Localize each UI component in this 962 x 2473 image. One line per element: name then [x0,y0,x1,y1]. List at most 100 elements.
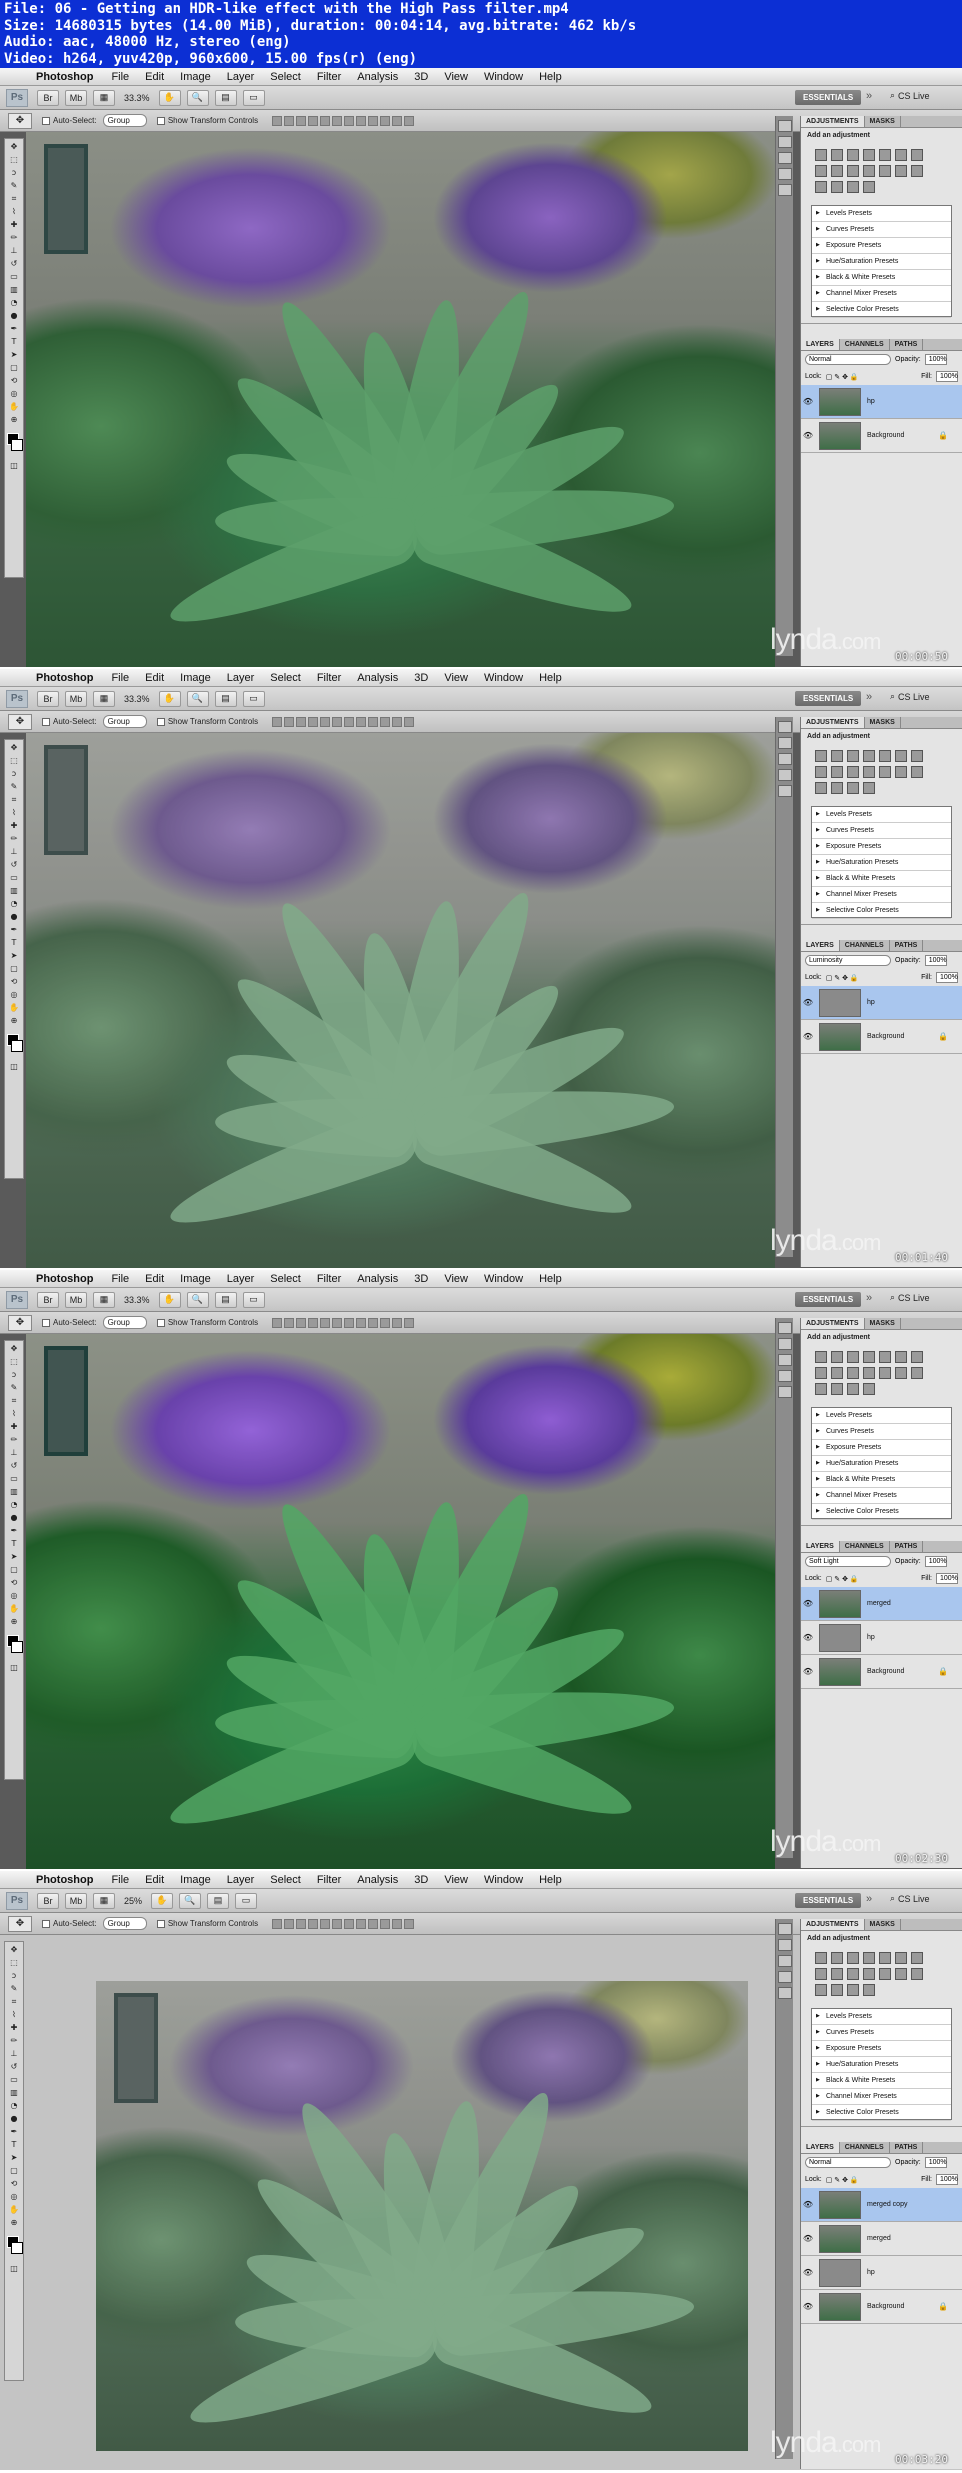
visibility-eye-icon[interactable]: 👁 [801,431,815,440]
visibility-eye-icon[interactable]: 👁 [801,1599,815,1608]
preset-item[interactable]: Curves Presets [812,1424,951,1440]
layer-name[interactable]: hp [867,1634,875,1641]
tab-layers[interactable]: LAYERS [801,339,840,350]
launch-bridge-button[interactable]: Br [37,89,59,106]
menu-item[interactable]: Filter [309,672,349,684]
fill-field[interactable]: 100% [936,1573,958,1584]
zoom-tool-button[interactable]: 🔍 [186,690,209,707]
tab-channels[interactable]: CHANNELS [840,339,890,350]
dodge-tool-icon[interactable]: ● [7,1513,21,1523]
tab-channels[interactable]: CHANNELS [840,1541,890,1552]
quick-select-tool-icon[interactable]: ✎ [7,782,21,792]
zoom-level[interactable]: 25% [124,1896,142,1906]
auto-select-dropdown[interactable]: Group [102,114,147,127]
preset-item[interactable]: Selective Color Presets [812,302,951,318]
gradient-tool-icon[interactable]: ▥ [7,285,21,295]
layer-name[interactable]: Background [867,2303,904,2310]
dock-panel-icon[interactable] [778,1971,792,1983]
history-brush-icon[interactable]: ↺ [7,2062,21,2072]
dock-panel-icon[interactable] [778,769,792,781]
tab-adjustments[interactable]: ADJUSTMENTS [801,1318,865,1329]
opacity-field[interactable]: 100% [924,955,947,966]
layer-name[interactable]: Background [867,1668,904,1675]
visibility-eye-icon[interactable]: 👁 [801,397,815,406]
view-extras-button[interactable]: ▦ [93,1892,115,1909]
adjustment-icons[interactable] [801,744,951,800]
show-transform-checkbox[interactable] [156,1318,165,1327]
zoom-tool-icon[interactable]: ⊕ [7,1617,21,1627]
dodge-tool-icon[interactable]: ● [7,311,21,321]
menu-item[interactable]: Edit [137,672,172,684]
arrange-documents-button[interactable]: ▤ [207,1892,230,1909]
eraser-tool-icon[interactable]: ▭ [7,873,21,883]
menu-item[interactable]: Window [476,71,531,83]
preset-item[interactable]: Selective Color Presets [812,2105,951,2121]
stamp-tool-icon[interactable]: ⊥ [7,1448,21,1458]
blend-mode-dropdown[interactable]: Normal [805,354,891,365]
preset-item[interactable]: Selective Color Presets [812,1504,951,1520]
eyedropper-tool-icon[interactable]: ⌇ [7,2010,21,2020]
dock-panel-icon[interactable] [778,120,792,132]
workspace-chevron-icon[interactable]: » [866,90,872,102]
menu-item[interactable]: Help [531,1273,570,1285]
preset-item[interactable]: Channel Mixer Presets [812,2089,951,2105]
stamp-tool-icon[interactable]: ⊥ [7,847,21,857]
history-brush-icon[interactable]: ↺ [7,1461,21,1471]
shape-tool-icon[interactable]: ▢ [7,964,21,974]
menu-item[interactable]: Window [476,672,531,684]
view-extras-button[interactable]: ▦ [93,89,115,106]
type-tool-icon[interactable]: T [7,1539,21,1549]
menu-item[interactable]: View [436,71,476,83]
preset-item[interactable]: Hue/Saturation Presets [812,855,951,871]
arrange-documents-button[interactable]: ▤ [214,89,237,106]
dodge-tool-icon[interactable]: ● [7,2114,21,2124]
blur-tool-icon[interactable]: ◔ [7,2101,21,2111]
screen-mode-button[interactable]: ▭ [242,89,265,106]
layer-name[interactable]: hp [867,398,875,405]
history-brush-icon[interactable]: ↺ [7,259,21,269]
crop-tool-icon[interactable]: ⌗ [7,194,21,204]
eraser-tool-icon[interactable]: ▭ [7,2075,21,2085]
preset-item[interactable]: Exposure Presets [812,839,951,855]
menu-item[interactable]: Analysis [349,1273,406,1285]
menu-item[interactable]: Filter [309,71,349,83]
hand-tool-button[interactable]: ✋ [158,1291,181,1308]
arrange-documents-button[interactable]: ▤ [214,1291,237,1308]
layer-name[interactable]: merged [867,1600,891,1607]
dock-panel-icon[interactable] [778,1923,792,1935]
document-canvas[interactable] [96,1981,748,2451]
zoom-level[interactable]: 33.3% [124,1295,150,1305]
history-brush-icon[interactable]: ↺ [7,860,21,870]
menu-item[interactable]: View [436,1874,476,1886]
stamp-tool-icon[interactable]: ⊥ [7,2049,21,2059]
menu-item[interactable]: Layer [219,1874,263,1886]
background-color-swatch[interactable] [11,2242,23,2254]
menu-item[interactable]: Select [262,672,309,684]
healing-tool-icon[interactable]: ✚ [7,1422,21,1432]
show-transform-checkbox[interactable] [156,116,165,125]
layer-row[interactable]: 👁 Background 🔒 [801,1020,962,1054]
lasso-tool-icon[interactable]: ↄ [7,168,21,178]
layer-name[interactable]: Background [867,432,904,439]
menu-item[interactable]: Help [531,672,570,684]
zoom-tool-button[interactable]: 🔍 [186,89,209,106]
tab-masks[interactable]: MASKS [865,1919,901,1930]
3d-rotate-icon[interactable]: ⟲ [7,376,21,386]
arrange-documents-button[interactable]: ▤ [214,690,237,707]
auto-select-dropdown[interactable]: Group [102,715,147,728]
preset-item[interactable]: Hue/Saturation Presets [812,254,951,270]
menu-item[interactable]: Layer [219,71,263,83]
layer-row[interactable]: 👁 hp [801,986,962,1020]
dock-panel-icon[interactable] [778,1338,792,1350]
dock-panel-icon[interactable] [778,737,792,749]
layer-row[interactable]: 👁 merged copy [801,2188,962,2222]
adjustment-icons[interactable] [801,1946,951,2002]
launch-bridge-button[interactable]: Br [37,690,59,707]
menu-app[interactable]: Photoshop [28,672,103,684]
workspace-chevron-icon[interactable]: » [866,1893,872,1905]
menu-item[interactable]: 3D [406,672,436,684]
hand-tool-icon[interactable]: ✋ [7,1003,21,1013]
eraser-tool-icon[interactable]: ▭ [7,1474,21,1484]
preset-item[interactable]: Hue/Saturation Presets [812,1456,951,1472]
move-tool-icon[interactable]: ✥ [7,743,21,753]
